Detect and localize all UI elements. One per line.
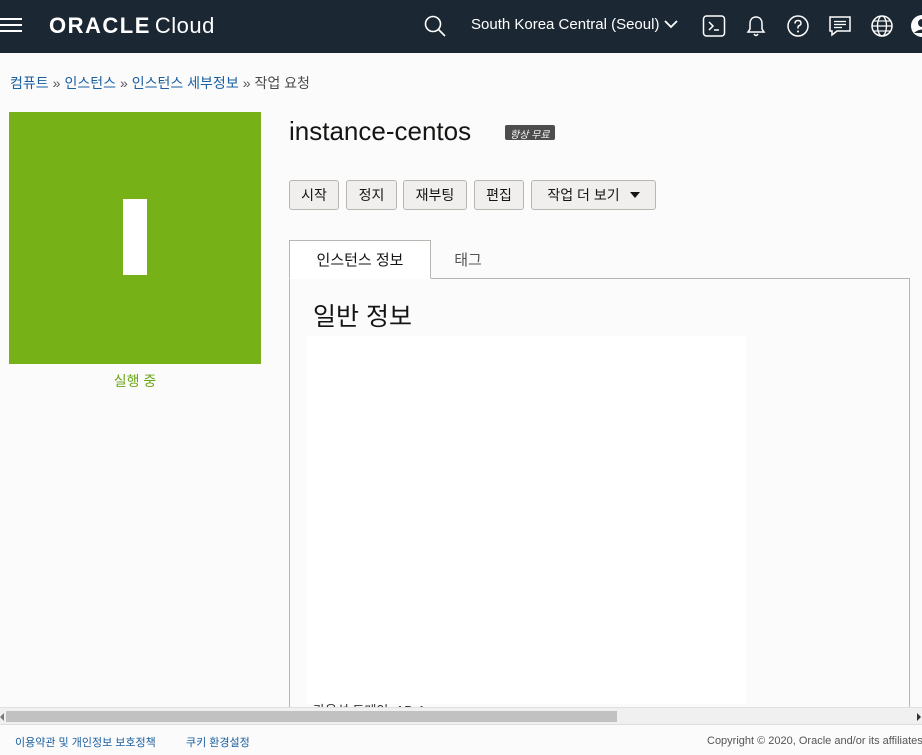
- scroll-right-icon[interactable]: [917, 713, 921, 721]
- region-label: South Korea Central (Seoul): [471, 16, 660, 33]
- oracle-cloud-logo[interactable]: ORACLE Cloud: [49, 13, 215, 39]
- profile-icon[interactable]: [910, 13, 922, 39]
- breadcrumb-separator: »: [242, 75, 251, 91]
- general-info-content: [307, 336, 746, 704]
- logo-brand: ORACLE: [49, 13, 151, 38]
- section-heading-general-info: 일반 정보: [313, 303, 412, 331]
- scrollbar-thumb[interactable]: [6, 711, 617, 722]
- page-title: instance-centos: [289, 116, 472, 146]
- help-icon[interactable]: [785, 13, 811, 39]
- caret-down-icon: [629, 192, 640, 198]
- more-actions-label: 작업 더 보기: [547, 187, 620, 203]
- page-footer: 이용약관 및 개인정보 보호정책 쿠키 환경설정 Copyright © 202…: [0, 724, 922, 755]
- chat-icon[interactable]: [827, 13, 853, 39]
- globe-icon[interactable]: [869, 13, 895, 39]
- edit-button[interactable]: 편집: [474, 180, 524, 210]
- breadcrumb-instances[interactable]: 인스턴스: [64, 75, 116, 91]
- instance-status-text: 실행 중: [113, 373, 157, 389]
- cloud-shell-icon[interactable]: [701, 13, 727, 39]
- tab-tags[interactable]: 태그: [431, 240, 505, 279]
- search-icon[interactable]: [423, 14, 447, 38]
- cookie-preferences-link[interactable]: 쿠키 환경설정: [186, 734, 250, 750]
- copyright-text: Copyright © 2020, Oracle and/or its affi…: [707, 735, 922, 747]
- menu-icon[interactable]: [0, 14, 22, 38]
- more-actions-button[interactable]: 작업 더 보기: [531, 180, 656, 210]
- top-navigation-bar: ORACLE Cloud South Korea Central (Seoul): [0, 0, 922, 53]
- horizontal-scrollbar[interactable]: [0, 707, 922, 724]
- bell-icon[interactable]: [743, 13, 769, 39]
- reboot-button[interactable]: 재부팅: [403, 180, 467, 210]
- terms-privacy-link[interactable]: 이용약관 및 개인정보 보호정책: [15, 734, 156, 750]
- chevron-down-icon: [664, 16, 679, 33]
- always-free-badge: 항상 무료: [505, 125, 555, 141]
- instance-info-panel: 일반 정보 가용성 도메인: AD-1: [289, 278, 910, 708]
- breadcrumb-compute[interactable]: 컴퓨트: [10, 75, 49, 91]
- tab-instance-info[interactable]: 인스턴스 정보: [289, 240, 431, 279]
- breadcrumb-current: 작업 요청: [254, 75, 310, 91]
- breadcrumb-instance-details[interactable]: 인스턴스 세부정보: [132, 75, 239, 91]
- breadcrumb-separator: »: [52, 75, 61, 91]
- scroll-left-icon[interactable]: [0, 713, 4, 721]
- stop-button[interactable]: 정지: [346, 180, 397, 210]
- breadcrumb-separator: »: [119, 75, 128, 91]
- instance-status-tile: [9, 112, 261, 364]
- start-button[interactable]: 시작: [289, 180, 339, 210]
- region-selector[interactable]: South Korea Central (Seoul): [471, 16, 679, 33]
- breadcrumb: 컴퓨트» 인스턴스» 인스턴스 세부정보» 작업 요청: [10, 73, 310, 93]
- instance-letter-glyph: [123, 199, 147, 275]
- logo-product: Cloud: [154, 13, 215, 38]
